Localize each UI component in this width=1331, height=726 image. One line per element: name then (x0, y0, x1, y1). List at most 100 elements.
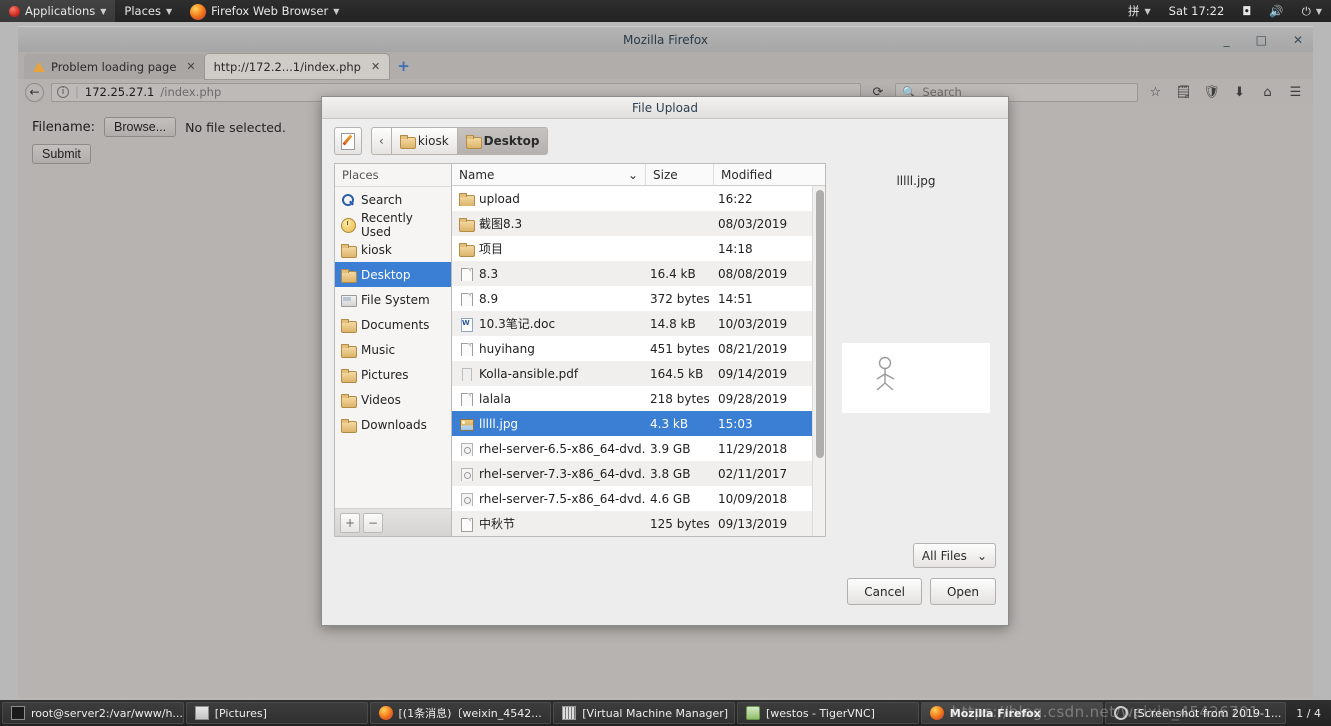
volume-indicator[interactable]: 🔊 (1260, 0, 1292, 22)
file-name-cell: huyihang (452, 342, 646, 356)
firefox-icon (378, 706, 393, 720)
place-item-videos[interactable]: Videos (335, 387, 451, 412)
dialog-toolbar: ‹ kiosk Desktop (322, 119, 1008, 163)
table-row[interactable]: 中秋节 125 bytes 09/13/2019 (452, 511, 812, 536)
column-header-label: Size (653, 167, 678, 182)
task-pictures[interactable]: [Pictures] (185, 702, 368, 724)
table-row[interactable]: 8.3 16.4 kB 08/08/2019 (452, 261, 812, 286)
tab-index-php[interactable]: http://172.2...1/index.php ✕ (204, 54, 390, 79)
home-icon[interactable]: ⌂ (1257, 85, 1278, 100)
clock[interactable]: Sat 17:22 (1160, 0, 1234, 22)
path-button-kiosk[interactable]: kiosk (391, 127, 458, 155)
hamburger-menu-icon[interactable]: ☰ (1285, 85, 1306, 100)
file-type-filter-select[interactable]: All Files ⌄ (912, 543, 996, 568)
back-button[interactable]: ← (25, 82, 44, 102)
file-name-label: 截图8.3 (479, 217, 523, 231)
network-indicator[interactable]: ◘ (1233, 0, 1260, 22)
download-icon[interactable]: ⬇ (1229, 85, 1250, 100)
remove-bookmark-button[interactable]: − (363, 512, 383, 533)
chevron-down-icon: ⌄ (976, 548, 987, 563)
place-item-music[interactable]: Music (335, 337, 451, 362)
library-icon[interactable]: 🗒 (1173, 85, 1194, 100)
open-button[interactable]: Open (929, 578, 996, 605)
stick-figure-drawing (876, 356, 895, 391)
power-icon: ⏻ (1301, 3, 1311, 18)
column-header-label: Modified (721, 167, 773, 182)
cancel-button[interactable]: Cancel (847, 578, 922, 605)
places-actions: + − (335, 508, 451, 536)
place-item-search[interactable]: Search (335, 187, 451, 212)
places-header: Places (335, 164, 451, 187)
firefox-icon (190, 4, 207, 20)
task-weixin-page[interactable]: [(1条消息)〔weixin_4542... (369, 702, 552, 724)
page-info-icon[interactable]: i (57, 86, 69, 98)
folder-icon (341, 368, 357, 383)
iso-icon (459, 467, 473, 481)
table-row[interactable]: Kolla-ansible.pdf 164.5 kB 09/14/2019 (452, 361, 812, 386)
bookmark-star-icon[interactable]: ☆ (1145, 85, 1166, 100)
tab-close-icon[interactable]: ✕ (186, 60, 195, 73)
table-row[interactable]: 10.3笔记.doc 14.8 kB 10/03/2019 (452, 311, 812, 336)
task-mozilla-firefox[interactable]: Mozilla Firefox (920, 702, 1103, 724)
tab-problem-loading-page[interactable]: Problem loading page ✕ (24, 54, 205, 79)
type-filename-button[interactable] (334, 127, 362, 155)
place-label: Downloads (361, 417, 427, 432)
column-header-size[interactable]: Size (646, 164, 714, 185)
maximize-button[interactable]: □ (1256, 34, 1267, 46)
column-header-name[interactable]: Name ⌄ (452, 164, 646, 185)
place-item-desktop[interactable]: Desktop (335, 262, 451, 287)
file-name-cell: upload (452, 192, 646, 206)
file-modified-cell: 15:03 (718, 416, 753, 431)
table-row[interactable]: rhel-server-6.5-x86_64-dvd.iso 3.9 GB 11… (452, 436, 812, 461)
desktop-folder-icon (465, 134, 482, 149)
add-bookmark-button[interactable]: + (340, 512, 360, 533)
terminal-icon (11, 706, 25, 720)
table-row-selected[interactable]: lllll.jpg 4.3 kB 15:03 (452, 411, 812, 436)
path-back-button[interactable]: ‹ (371, 127, 392, 155)
image-icon (459, 417, 474, 431)
browse-button[interactable]: Browse... (104, 117, 177, 137)
tab-close-icon[interactable]: ✕ (371, 60, 380, 73)
doc-icon (459, 292, 473, 306)
table-row[interactable]: upload 16:22 (452, 186, 812, 211)
applications-menu[interactable]: Applications ▼ (0, 0, 116, 22)
place-item-downloads[interactable]: Downloads (335, 412, 451, 437)
place-item-pictures[interactable]: Pictures (335, 362, 451, 387)
firefox-window-menu[interactable]: Firefox Web Browser ▼ (181, 0, 348, 22)
folder-icon (341, 318, 357, 333)
path-button-desktop[interactable]: Desktop (457, 127, 549, 155)
table-row[interactable]: 8.9 372 bytes 14:51 (452, 286, 812, 311)
workspace-pager[interactable]: 1 / 4 (1288, 707, 1329, 720)
shield-icon[interactable]: 🛡 (1201, 85, 1222, 100)
task-terminal[interactable]: root@server2:/var/www/h... (2, 702, 184, 724)
table-row[interactable]: 截图8.3 08/03/2019 (452, 211, 812, 236)
table-row[interactable]: huyihang 451 bytes 08/21/2019 (452, 336, 812, 361)
file-name-label: huyihang (479, 341, 535, 356)
places-menu[interactable]: Places ▼ (115, 0, 181, 22)
scrollbar-thumb[interactable] (816, 190, 824, 458)
file-name-label: 8.3 (479, 266, 499, 281)
task-virtual-machine-manager[interactable]: [Virtual Machine Manager] (553, 702, 735, 724)
place-item-recently-used[interactable]: Recently Used (335, 211, 451, 239)
new-tab-button[interactable]: + (397, 57, 410, 79)
place-item-file-system[interactable]: File System (335, 287, 451, 312)
place-label: Pictures (361, 367, 409, 382)
submit-button[interactable]: Submit (32, 144, 91, 164)
table-row[interactable]: 项目 14:18 (452, 236, 812, 261)
firefox-window-menu-label: Firefox Web Browser (211, 4, 329, 18)
input-method-indicator[interactable]: 拼 ▼ (1119, 0, 1160, 22)
place-item-documents[interactable]: Documents (335, 312, 451, 337)
file-name-label: 8.9 (479, 291, 499, 306)
system-menu[interactable]: ⏻ ▼ (1293, 0, 1331, 22)
table-row[interactable]: rhel-server-7.5-x86_64-dvd.iso 4.6 GB 10… (452, 486, 812, 511)
minimize-button[interactable]: _ (1224, 34, 1230, 46)
table-row[interactable]: rhel-server-7.3-x86_64-dvd.iso 3.8 GB 02… (452, 461, 812, 486)
task-tigervnc[interactable]: [westos - TigerVNC] (737, 702, 919, 724)
table-row[interactable]: lalala 218 bytes 09/28/2019 (452, 386, 812, 411)
close-button[interactable]: ✕ (1293, 34, 1303, 46)
firefox-icon (929, 706, 944, 720)
place-item-kiosk[interactable]: kiosk (335, 237, 451, 262)
file-list-scrollbar[interactable] (812, 186, 825, 536)
task-screenshot[interactable]: [Screenshot from 2019-1... (1104, 702, 1287, 724)
column-header-modified[interactable]: Modified (714, 164, 812, 185)
